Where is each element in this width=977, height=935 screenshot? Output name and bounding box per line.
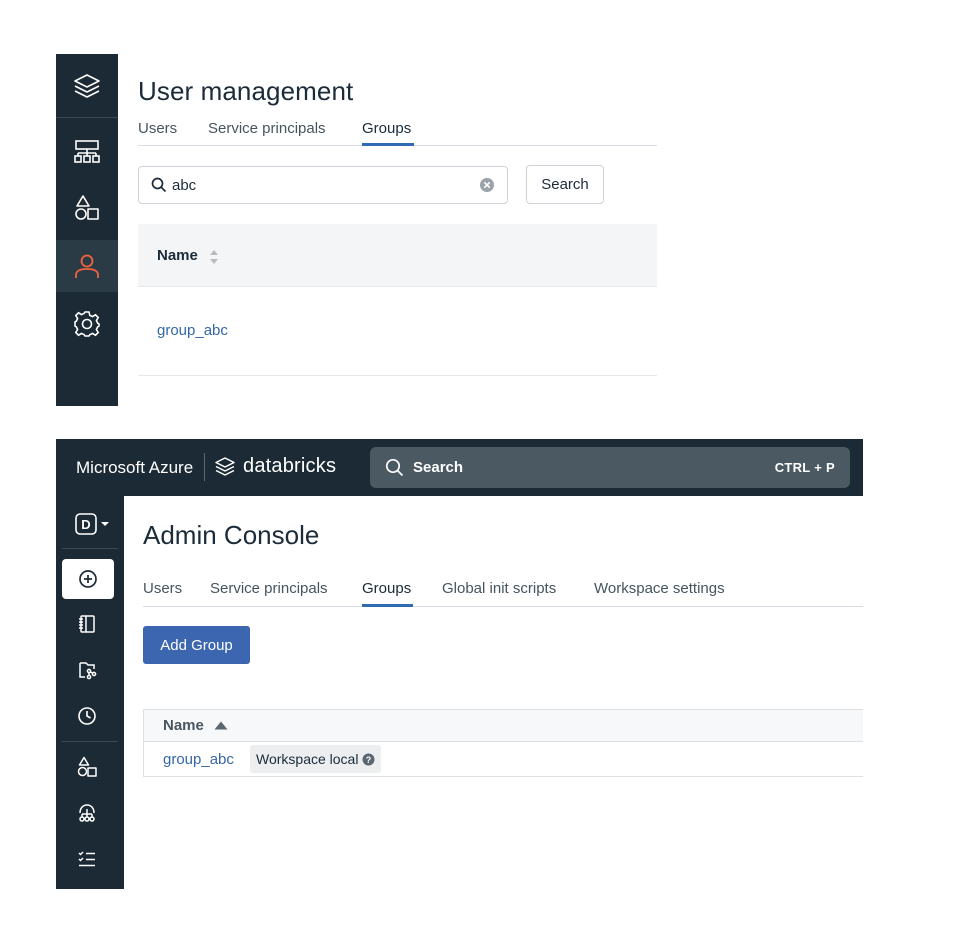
name-column-header[interactable]: Name xyxy=(163,717,204,734)
tab-users[interactable]: Users xyxy=(138,120,177,137)
svg-text:D: D xyxy=(81,517,90,532)
chevron-down-icon xyxy=(101,522,109,526)
search-icon xyxy=(385,458,404,477)
sidebar-divider xyxy=(62,548,118,549)
add-group-button[interactable]: Add Group xyxy=(143,626,250,664)
shapes-icon xyxy=(77,756,97,777)
workspace-local-badge: Workspace local ? xyxy=(250,745,382,773)
tab-users[interactable]: Users xyxy=(143,580,182,597)
sidebar-item-data[interactable] xyxy=(56,182,118,234)
page-title: User management xyxy=(138,76,354,106)
shapes-icon xyxy=(75,195,99,220)
user-icon xyxy=(75,254,99,278)
sidebar-item-workspaces[interactable] xyxy=(56,126,118,178)
sidebar-item-settings[interactable] xyxy=(56,298,118,350)
gear-icon xyxy=(74,311,100,337)
account-sidebar xyxy=(56,54,118,406)
tab-groups[interactable]: Groups xyxy=(362,580,411,597)
databricks-brand[interactable]: databricks xyxy=(243,455,336,478)
tab-service-principals[interactable]: Service principals xyxy=(210,580,328,597)
sidebar-item-recents[interactable] xyxy=(56,698,118,734)
active-tab-indicator xyxy=(362,143,414,146)
clear-icon[interactable] xyxy=(479,177,495,193)
new-button[interactable] xyxy=(62,559,114,599)
hierarchy-icon xyxy=(74,140,100,163)
admin-console-panel: Microsoft Azure databricks Search CTRL +… xyxy=(56,439,863,889)
global-search[interactable]: Search CTRL + P xyxy=(370,447,850,488)
group-link[interactable]: group_abc xyxy=(157,322,228,339)
search-input[interactable] xyxy=(172,175,472,195)
table-header: Name xyxy=(144,710,863,742)
sort-icon[interactable] xyxy=(209,248,219,266)
repo-icon xyxy=(79,662,97,680)
group-link[interactable]: group_abc xyxy=(163,751,234,768)
brand-divider xyxy=(204,453,205,481)
sidebar-item-workflows[interactable] xyxy=(56,841,118,877)
sidebar-item-user-management[interactable] xyxy=(56,240,118,292)
tab-bar: Users Service principals Groups Global i… xyxy=(143,577,863,607)
svg-text:?: ? xyxy=(366,755,372,765)
search-box xyxy=(138,166,508,204)
layers-icon xyxy=(74,73,100,98)
table-row: group_abc Workspace local ? xyxy=(144,742,863,777)
sidebar-divider xyxy=(62,741,118,742)
workspace-sidebar: D xyxy=(56,496,124,889)
plus-circle-icon xyxy=(79,570,97,588)
workspace-switcher[interactable]: D xyxy=(75,512,111,541)
user-management-panel: User management Users Service principals… xyxy=(56,54,657,406)
tab-global-init-scripts[interactable]: Global init scripts xyxy=(442,580,556,597)
tab-bar: Users Service principals Groups xyxy=(138,118,657,146)
sidebar-item-repos[interactable] xyxy=(56,652,118,688)
top-navigation-bar: Microsoft Azure databricks Search CTRL +… xyxy=(56,439,863,496)
cluster-icon xyxy=(79,804,95,822)
active-tab-indicator xyxy=(362,604,413,607)
microsoft-azure-label: Microsoft Azure xyxy=(76,458,194,477)
search-icon xyxy=(151,177,167,193)
groups-table: Name group_abc Workspace local ? xyxy=(143,709,863,777)
keyboard-shortcut: CTRL + P xyxy=(774,460,835,475)
databricks-logo[interactable] xyxy=(56,54,118,118)
global-search-label: Search xyxy=(413,459,464,476)
tab-service-principals[interactable]: Service principals xyxy=(208,120,326,137)
clock-icon xyxy=(78,707,96,725)
help-icon[interactable]: ? xyxy=(362,753,375,766)
sidebar-item-data[interactable] xyxy=(56,749,118,785)
table-row: group_abc xyxy=(138,287,657,376)
notebook-icon xyxy=(79,615,95,633)
name-column-header[interactable]: Name xyxy=(157,247,198,264)
workspace-d-icon: D xyxy=(75,513,109,535)
tab-workspace-settings[interactable]: Workspace settings xyxy=(594,580,725,597)
sort-ascending-icon[interactable] xyxy=(214,721,228,730)
sidebar-item-workspace[interactable] xyxy=(56,606,118,642)
groups-table: Name group_abc xyxy=(138,224,657,376)
badge-label: Workspace local xyxy=(256,751,359,767)
checklist-icon xyxy=(78,851,95,867)
page-title: Admin Console xyxy=(143,520,320,550)
sidebar-item-compute[interactable] xyxy=(56,795,118,831)
search-button[interactable]: Search xyxy=(526,165,604,204)
databricks-logo-icon xyxy=(215,457,235,476)
tab-groups[interactable]: Groups xyxy=(362,120,411,137)
table-header: Name xyxy=(138,224,657,287)
